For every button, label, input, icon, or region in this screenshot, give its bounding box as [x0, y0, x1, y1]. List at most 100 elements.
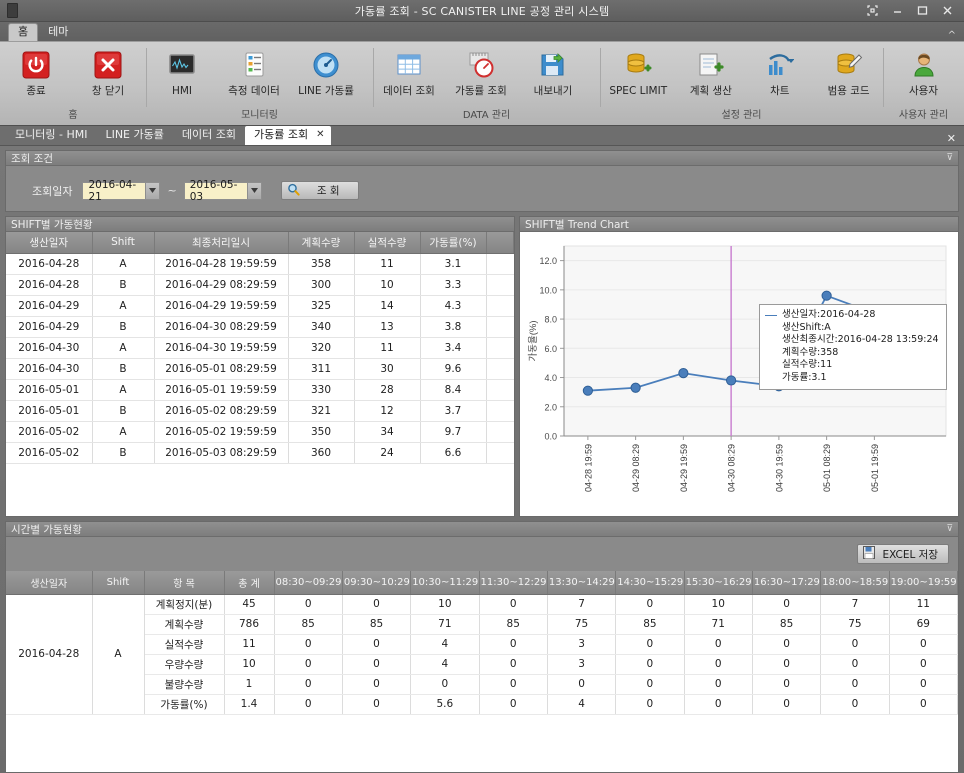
table-row[interactable]: 2016-05-02B2016-05-03 08:29:59360246.6: [6, 442, 514, 463]
tooltip-line-1: 생산일자:2016-04-28: [782, 309, 875, 320]
chart-panel-header: SHIFT별 Trend Chart: [520, 217, 958, 232]
ribbon-label-hmi: HMI: [172, 85, 192, 97]
shift-col-rate[interactable]: 가동률(%): [420, 232, 486, 253]
hourly-cell-total: 10: [224, 654, 274, 674]
minimize-icon[interactable]: [892, 5, 903, 16]
table-row[interactable]: 2016-04-30B2016-05-01 08:29:59311309.6: [6, 358, 514, 379]
close-icon[interactable]: ✕: [316, 128, 324, 142]
ribbon-collapse-icon[interactable]: ^: [948, 30, 964, 41]
hourly-col-11[interactable]: 16:30~17:29: [752, 571, 820, 594]
table-row[interactable]: 2016-04-28A계획정지(분)450010070100711: [6, 594, 958, 614]
shift-cell-actual-qty: 12: [354, 400, 420, 421]
ribbon-button-line-rate[interactable]: LINE 가동률: [290, 46, 362, 97]
hourly-cell-h3: 0: [479, 694, 547, 714]
table-row[interactable]: 우량수량100040300000: [6, 654, 958, 674]
shift-col-shift[interactable]: Shift: [92, 232, 154, 253]
shift-cell-plan-qty: 340: [288, 316, 354, 337]
ribbon-button-rate-search[interactable]: 가동률 조회: [445, 46, 517, 97]
hourly-col-9[interactable]: 14:30~15:29: [616, 571, 684, 594]
ribbon-button-chart[interactable]: 차트: [745, 46, 814, 97]
hourly-cell-h3: 0: [479, 654, 547, 674]
ribbon-button-user[interactable]: 사용자: [888, 46, 960, 97]
shift-cell-actual-qty: 34: [354, 421, 420, 442]
ribbon-button-spec-limit[interactable]: SPEC LIMIT: [600, 46, 676, 97]
hourly-col-13[interactable]: 19:00~19:59: [889, 571, 957, 594]
shift-col-filler: [486, 232, 514, 253]
ribbon-button-exit[interactable]: 종료: [0, 46, 72, 97]
shift-cell-rate: 4.3: [420, 295, 486, 316]
hourly-col-1[interactable]: Shift: [92, 571, 144, 594]
hourly-cell-h8: 75: [821, 614, 889, 634]
close-icon[interactable]: [942, 5, 953, 16]
ribbon-button-export[interactable]: 내보내기: [517, 46, 589, 97]
ribbon-button-measure-data[interactable]: 측정 데이터: [218, 46, 290, 97]
shift-col-plan-qty[interactable]: 계획수량: [288, 232, 354, 253]
hourly-table-wrap[interactable]: 생산일자Shift항 목총 계08:30~09:2909:30~10:2910:…: [6, 571, 958, 772]
chevron-down-icon[interactable]: [145, 183, 159, 199]
table-row[interactable]: 2016-04-28A2016-04-28 19:59:59358113.1: [6, 253, 514, 274]
ribbon-button-hmi[interactable]: HMI: [146, 46, 218, 97]
maximize-icon[interactable]: [917, 5, 928, 16]
table-row[interactable]: 2016-04-30A2016-04-30 19:59:59320113.4: [6, 337, 514, 358]
hourly-cell-h0: 0: [274, 694, 342, 714]
ribbon-button-plan-production[interactable]: 계획 생산: [676, 46, 745, 97]
ribbon-button-common-code[interactable]: 범용 코드: [814, 46, 883, 97]
hourly-col-12[interactable]: 18:00~18:59: [821, 571, 889, 594]
ribbon-button-data-search[interactable]: 데이터 조회: [373, 46, 445, 97]
table-row[interactable]: 불량수량10000000000: [6, 674, 958, 694]
hourly-col-5[interactable]: 09:30~10:29: [342, 571, 410, 594]
table-row[interactable]: 2016-04-29A2016-04-29 19:59:59325144.3: [6, 295, 514, 316]
window-controls: [867, 5, 964, 16]
search-panel-title: 조회 조건: [11, 151, 53, 166]
hourly-col-2[interactable]: 항 목: [144, 571, 224, 594]
export-save-icon: [538, 50, 568, 80]
hourly-col-10[interactable]: 15:30~16:29: [684, 571, 752, 594]
doc-tab-rate-search[interactable]: 가동률 조회 ✕: [245, 126, 332, 145]
shift-cell-last-time: 2016-05-02 08:29:59: [154, 400, 288, 421]
shift-col-actual-qty[interactable]: 실적수량: [354, 232, 420, 253]
doc-tab-monitoring-hmi[interactable]: 모니터링 - HMI: [6, 126, 96, 145]
pin-icon[interactable]: ⊽: [946, 524, 953, 534]
hourly-cell-h7: 0: [752, 694, 820, 714]
ribbon-tab-home[interactable]: 홈: [8, 23, 38, 41]
shift-cell-rate: 6.6: [420, 442, 486, 463]
hourly-cell-h6: 0: [684, 694, 752, 714]
search-button[interactable]: 조 회: [281, 181, 359, 200]
hourly-col-7[interactable]: 11:30~12:29: [479, 571, 547, 594]
doc-tab-line-rate[interactable]: LINE 가동률: [96, 126, 172, 145]
table-row[interactable]: 계획수량78685857185758571857569: [6, 614, 958, 634]
hourly-col-6[interactable]: 10:30~11:29: [411, 571, 479, 594]
ribbon-button-close-window[interactable]: 창 닫기: [72, 46, 144, 97]
hourly-col-3[interactable]: 총 계: [224, 571, 274, 594]
pin-icon[interactable]: ⊽: [946, 153, 953, 163]
date-from-input[interactable]: 2016-04-21: [82, 182, 160, 200]
table-row[interactable]: 2016-05-01A2016-05-01 19:59:59330288.4: [6, 379, 514, 400]
hourly-cell-h5: 0: [616, 674, 684, 694]
ribbon-tab-theme[interactable]: 테마: [38, 23, 78, 41]
chart-canvas[interactable]: 0.02.04.06.08.010.012.0가동율(%)04-28 19:59…: [520, 232, 958, 516]
table-row[interactable]: 2016-04-28B2016-04-29 08:29:59300103.3: [6, 274, 514, 295]
table-row[interactable]: 2016-04-29B2016-04-30 08:29:59340133.8: [6, 316, 514, 337]
shift-col-date[interactable]: 생산일자: [6, 232, 92, 253]
shift-cell-shift: A: [92, 337, 154, 358]
hourly-cell-h8: 0: [821, 674, 889, 694]
shift-cell-last-time: 2016-04-28 19:59:59: [154, 253, 288, 274]
shift-cell-date: 2016-04-30: [6, 358, 92, 379]
hourly-col-4[interactable]: 08:30~09:29: [274, 571, 342, 594]
hourly-col-0[interactable]: 생산일자: [6, 571, 92, 594]
close-all-tabs-icon[interactable]: ✕: [947, 132, 964, 145]
table-row[interactable]: 2016-05-01B2016-05-02 08:29:59321123.7: [6, 400, 514, 421]
table-row[interactable]: 가동률(%)1.4005.60400000: [6, 694, 958, 714]
shift-col-last-time[interactable]: 최종처리일시: [154, 232, 288, 253]
hourly-cell-h8: 7: [821, 594, 889, 614]
excel-save-button[interactable]: EXCEL 저장: [857, 544, 949, 564]
shift-table-wrap[interactable]: 생산일자 Shift 최종처리일시 계획수량 실적수량 가동률(%) 2016-…: [6, 232, 514, 516]
chevron-down-icon[interactable]: [247, 183, 261, 199]
restore-icon[interactable]: [867, 5, 878, 16]
hourly-col-8[interactable]: 13:30~14:29: [547, 571, 615, 594]
table-row[interactable]: 실적수량110040300000: [6, 634, 958, 654]
shift-cell-filler: [486, 274, 514, 295]
doc-tab-data-search[interactable]: 데이터 조회: [173, 126, 245, 145]
table-row[interactable]: 2016-05-02A2016-05-02 19:59:59350349.7: [6, 421, 514, 442]
date-to-input[interactable]: 2016-05-03: [184, 182, 262, 200]
